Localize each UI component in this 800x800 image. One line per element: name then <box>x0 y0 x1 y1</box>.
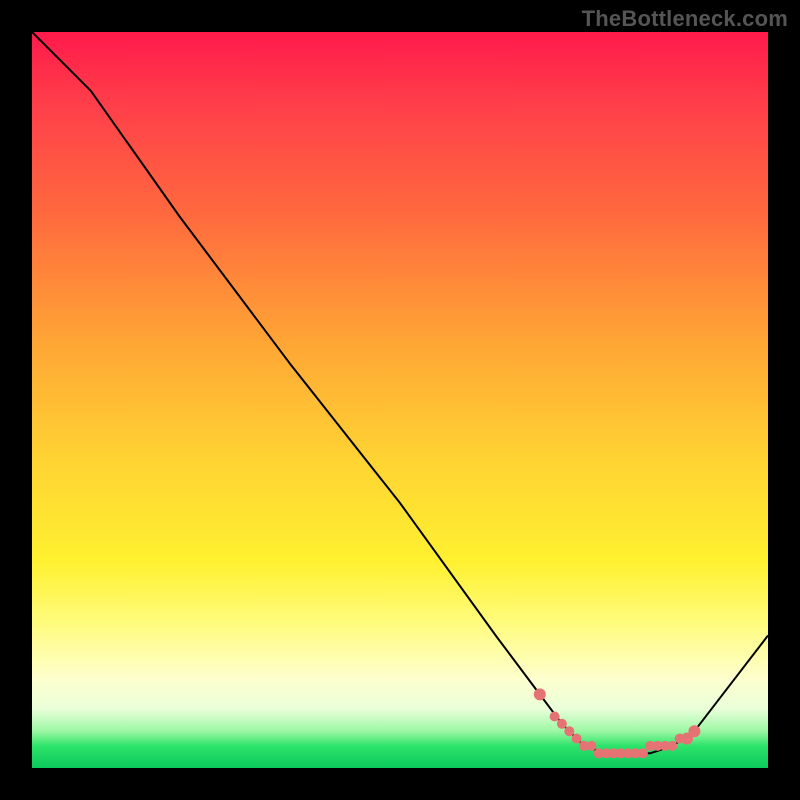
marker-dot <box>572 734 582 744</box>
chart-frame: TheBottleneck.com <box>0 0 800 800</box>
marker-dot <box>667 741 677 751</box>
watermark-text: TheBottleneck.com <box>582 6 788 32</box>
flat-region-dots <box>534 688 701 758</box>
marker-dot <box>638 748 648 758</box>
chart-svg <box>32 32 768 768</box>
marker-dot <box>564 726 574 736</box>
marker-dot <box>534 688 546 700</box>
plot-area <box>32 32 768 768</box>
marker-dot <box>550 712 560 722</box>
bottleneck-curve <box>32 32 768 753</box>
marker-dot <box>586 741 596 751</box>
marker-dot <box>688 725 700 737</box>
marker-dot <box>557 719 567 729</box>
